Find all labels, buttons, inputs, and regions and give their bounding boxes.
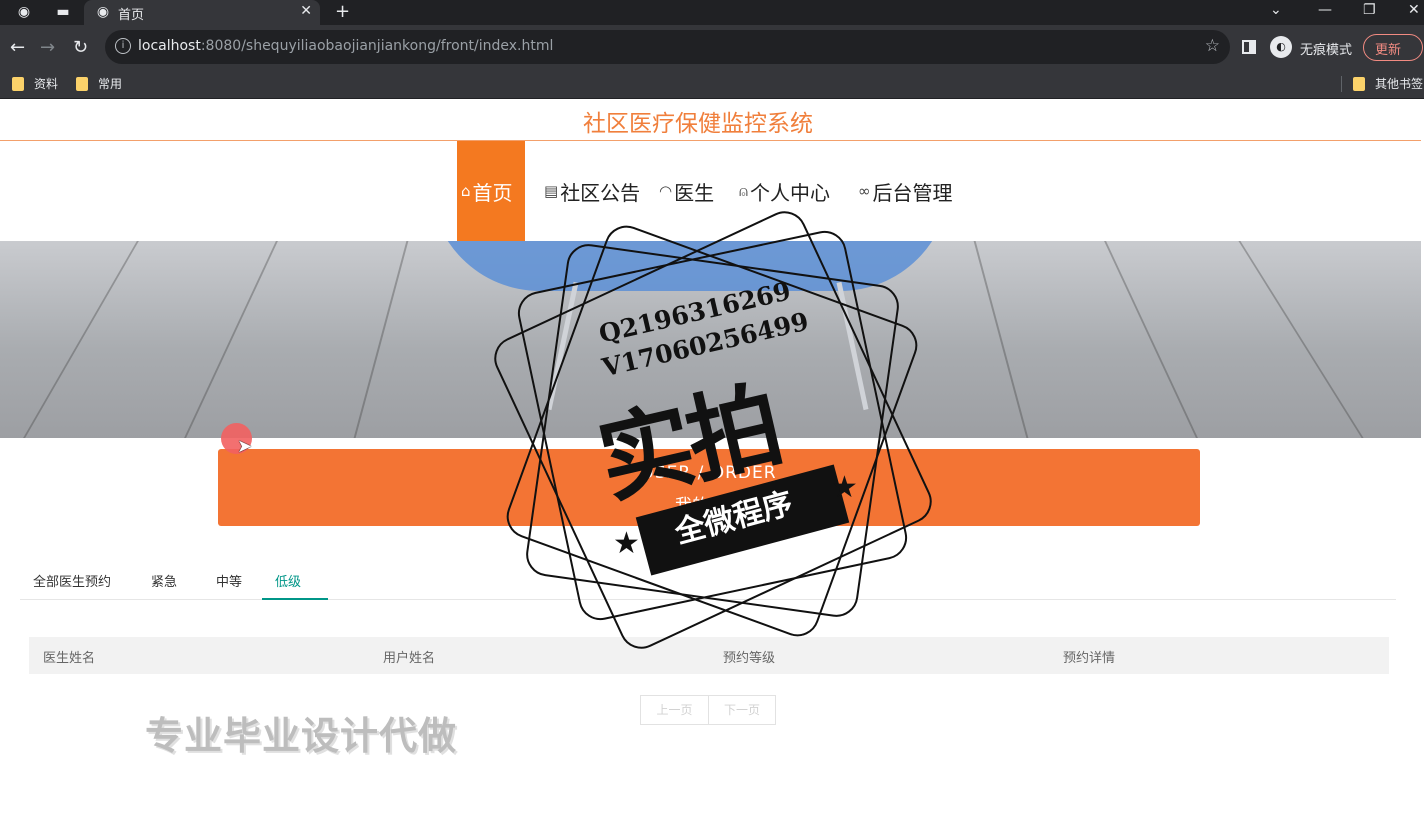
reload-icon[interactable]: ↻ (73, 37, 88, 58)
chevron-down-icon[interactable]: ⌄ (1270, 2, 1282, 18)
notice-icon: ▤ (544, 182, 559, 200)
browser-tab[interactable]: ◉ 首页 ✕ (84, 0, 320, 25)
bookmark-label: 常用 (98, 77, 123, 91)
nav-item-home[interactable]: ⌂ 首页 (457, 141, 525, 241)
tab-urgent[interactable]: 紧急 (138, 563, 190, 600)
link-icon: ∞ (858, 182, 871, 200)
nav-label: 社区公告 (560, 180, 641, 205)
new-tab-icon[interactable]: + (335, 1, 350, 22)
table-header: 医生姓名 用户姓名 预约等级 预约详情 (29, 637, 1389, 674)
prev-page-button[interactable]: 上一页 (641, 696, 708, 724)
incognito-label: 无痕模式 (1300, 43, 1353, 58)
tab-title: 首页 (118, 8, 145, 23)
nav-label: 个人中心 (750, 180, 831, 205)
pagination: 上一页 下一页 (640, 695, 776, 725)
nav-item-doctor[interactable]: ◠ 医生 (659, 141, 714, 241)
other-bookmarks-label: 其他书签 (1375, 77, 1424, 91)
globe-icon: ◉ (96, 4, 110, 20)
stamp-watermark: Q2196316269 V17060256499 实拍 全微程序 ★ ★ (487, 204, 939, 656)
url-text: localhost:8080/shequyiliaobaojianjiankon… (138, 38, 553, 54)
floor-line (23, 241, 139, 438)
tab-low[interactable]: 低级 (262, 563, 328, 600)
nav-label: 后台管理 (872, 180, 953, 205)
next-page-button[interactable]: 下一页 (708, 696, 775, 724)
folder-icon (76, 76, 88, 91)
bookmarks-bar: 资料 常用 其他书签 (0, 69, 1424, 99)
tab-all[interactable]: 全部医生预约 (20, 563, 124, 600)
bookmark-separator (1341, 76, 1342, 92)
browser-toolbar: ← → ↻ i localhost:8080/shequyiliaobaojia… (0, 25, 1424, 69)
column-header: 预约等级 (723, 651, 776, 666)
nav-label: 首页 (472, 180, 513, 205)
nav-label: 医生 (674, 180, 715, 205)
bookmark-label: 资料 (34, 77, 59, 91)
floor-line (184, 241, 278, 438)
nav-item-admin[interactable]: ∞ 后台管理 (858, 141, 953, 241)
globe-icon[interactable]: ◉ (15, 4, 33, 20)
dashboard-icon: ◠ (659, 182, 673, 200)
minimize-icon[interactable]: — (1318, 2, 1332, 18)
column-header: 用户姓名 (383, 651, 436, 666)
home-icon: ⌂ (461, 182, 471, 200)
main-nav: ⌂ 首页 ▤ 社区公告 ◠ 医生 ⍝ 个人中心 ∞ 后台管理 (0, 141, 1421, 241)
column-header: 医生姓名 (43, 651, 96, 666)
bookmark-folder-0[interactable]: 资料 (12, 75, 58, 92)
side-panel-icon[interactable] (1242, 40, 1256, 54)
column-header: 预约详情 (1063, 651, 1116, 666)
update-button[interactable]: 更新 (1363, 34, 1423, 61)
browser-tab-bar: ◉ ▬ ◉ 首页 ✕ + ⌄ — ❐ ✕ (0, 0, 1424, 25)
user-icon: ⍝ (739, 182, 749, 200)
url-path: :8080/shequyiliaobaojianjiankong/front/i… (200, 38, 554, 54)
floor-line (973, 241, 1029, 438)
folder-icon (1353, 76, 1365, 91)
watermark-text: 专业毕业设计代做 (145, 714, 458, 758)
mouse-pointer-icon: ➤ (237, 436, 253, 457)
site-title: 社区医疗保健监控系统 (583, 111, 813, 137)
bookmark-folder-1[interactable]: 常用 (76, 75, 122, 92)
address-bar[interactable]: i localhost:8080/shequyiliaobaojianjiank… (105, 30, 1230, 64)
back-arrow-icon[interactable]: ← (10, 37, 25, 58)
restore-icon[interactable]: ❐ (1363, 2, 1376, 18)
incognito-icon[interactable]: ◐ (1270, 36, 1292, 58)
folder-icon (12, 76, 24, 91)
floor-line (1238, 241, 1364, 438)
site-info-icon[interactable]: i (115, 38, 131, 54)
star-icon: ★ (831, 470, 858, 505)
bookmark-star-icon[interactable]: ☆ (1205, 36, 1220, 56)
url-host: localhost (138, 38, 201, 54)
tab-medium[interactable]: 中等 (203, 563, 255, 600)
close-icon[interactable]: ✕ (300, 3, 312, 19)
forward-arrow-icon[interactable]: → (40, 37, 55, 58)
star-icon: ★ (613, 526, 640, 561)
close-window-icon[interactable]: ✕ (1408, 2, 1420, 18)
floor-line (353, 241, 409, 438)
other-bookmarks[interactable]: 其他书签 (1353, 75, 1423, 92)
tab-strip-icon[interactable]: ▬ (54, 4, 72, 20)
floor-line (1104, 241, 1198, 438)
